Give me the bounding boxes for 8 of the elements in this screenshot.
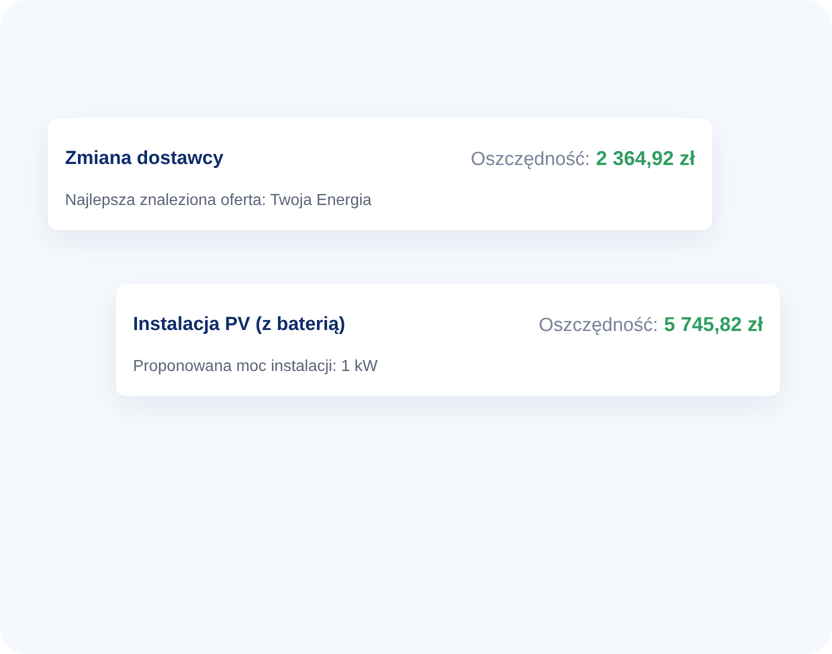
savings-amount: 2 364,92 zł <box>596 147 695 172</box>
offer-detail: Proponowana moc instalacji: 1 kW <box>133 356 379 376</box>
offer-title: Zmiana dostawcy <box>65 147 224 171</box>
savings-label: Oszczędność: <box>538 314 658 338</box>
offer-title: Instalacja PV (z baterią) <box>133 313 346 337</box>
offer-detail: Najlepsza znaleziona oferta: Twoja Energia <box>65 190 373 210</box>
savings-label: Oszczędność: <box>470 148 590 172</box>
savings-amount: 5 745,82 zł <box>664 313 763 338</box>
